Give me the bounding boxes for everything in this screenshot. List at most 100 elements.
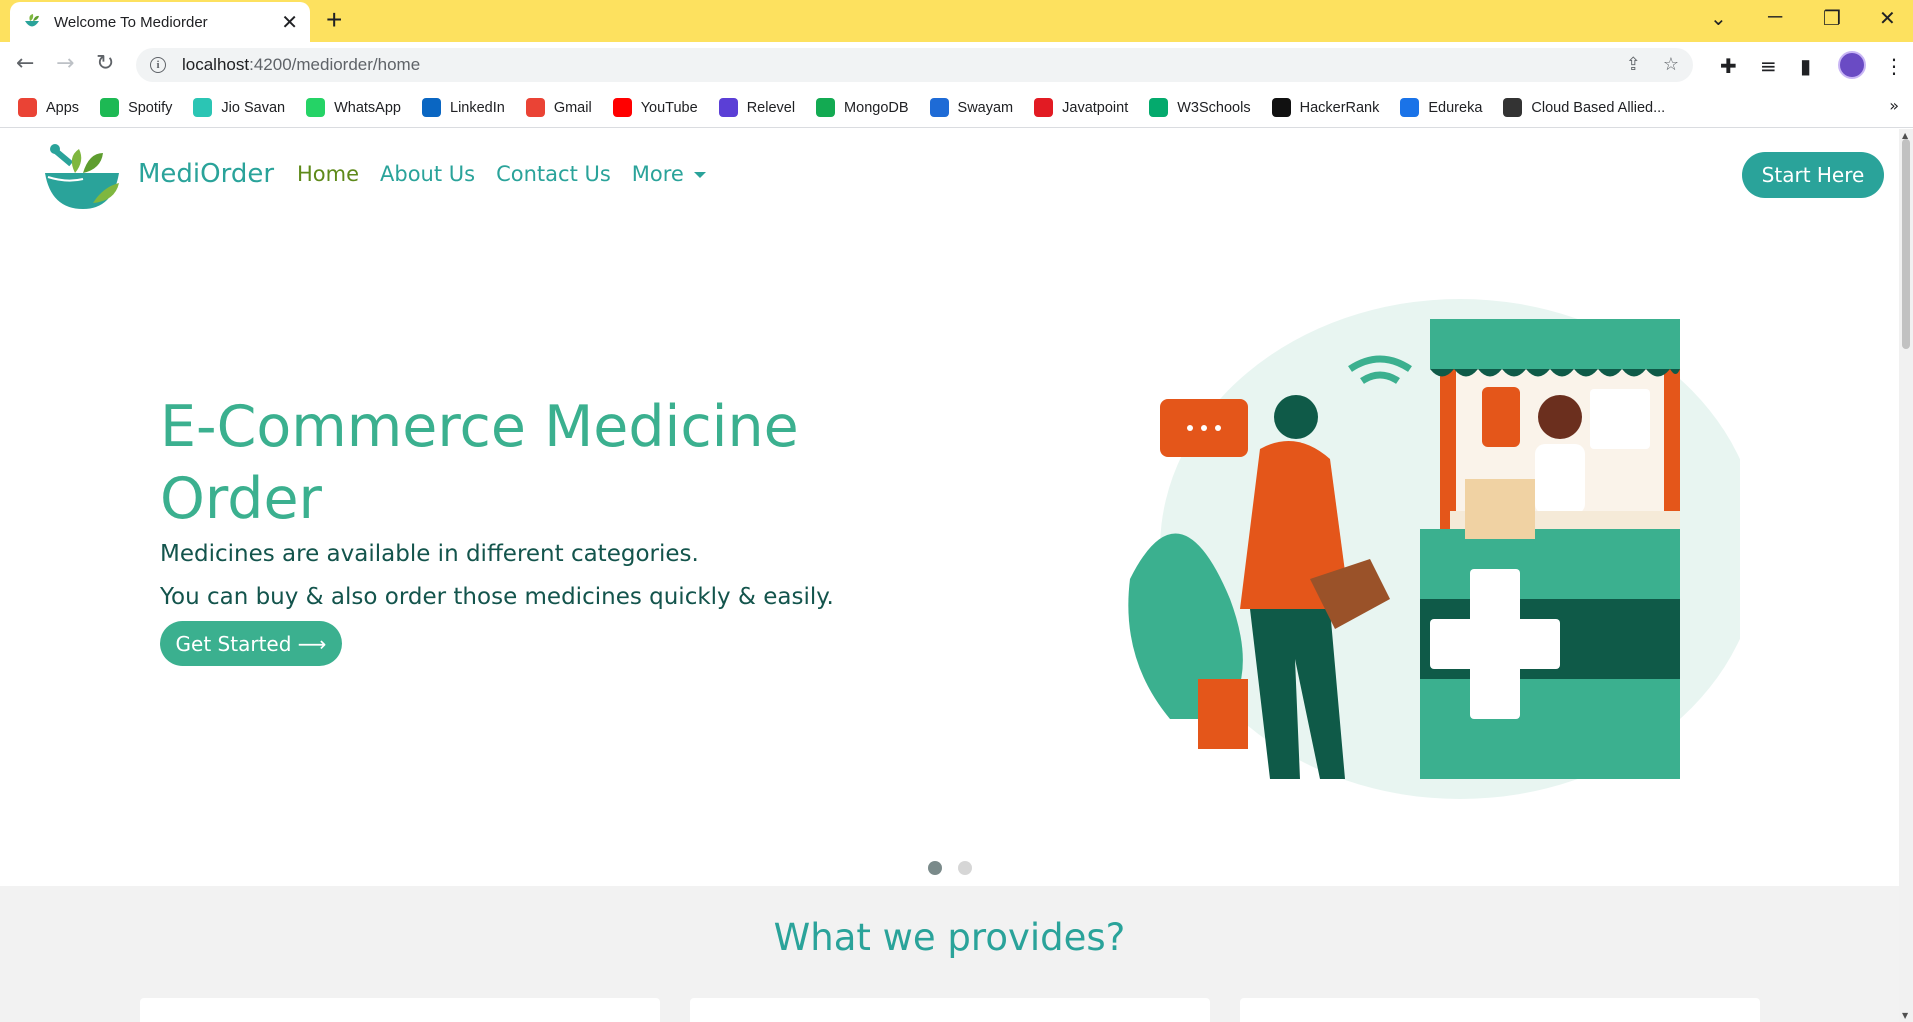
mongodb-icon <box>816 98 836 117</box>
address-bar[interactable]: i localhost:4200/mediorder/home ⇪ ☆ <box>136 48 1693 82</box>
bookmark-label: Relevel <box>746 99 796 116</box>
nav-link-contact[interactable]: Contact Us <box>496 162 611 186</box>
linkedin-icon <box>422 98 441 117</box>
new-tab-icon[interactable]: + <box>326 6 342 34</box>
bookmark-item[interactable]: MongoDB <box>816 98 909 117</box>
bookmark-label: Jio Savan <box>221 99 286 116</box>
browser-menu-icon[interactable]: ⋮ <box>1884 54 1904 78</box>
bookmark-item[interactable]: Jio Savan <box>193 98 285 117</box>
browser-tab[interactable]: Welcome To Mediorder ✕ <box>10 2 310 42</box>
url-path: :4200/mediorder/home <box>249 55 421 74</box>
reload-icon[interactable]: ↻ <box>96 51 114 76</box>
bookmarks-overflow-icon[interactable]: » <box>1889 96 1899 115</box>
carousel-dot-2[interactable] <box>958 861 972 875</box>
bookmark-label: YouTube <box>640 99 698 116</box>
bookmark-label: MongoDB <box>844 99 909 116</box>
hero-description-2: You can buy & also order those medicines… <box>160 584 834 610</box>
minimize-icon[interactable]: ─ <box>1768 6 1782 29</box>
bookmark-item[interactable]: Cloud Based Allied... <box>1503 98 1665 117</box>
media-queue-icon[interactable]: ≡ <box>1760 54 1777 78</box>
bookmark-item[interactable]: Apps <box>18 98 79 117</box>
spotify-icon <box>100 98 120 117</box>
mortar-leaf-logo-icon[interactable] <box>43 143 121 211</box>
profile-avatar[interactable] <box>1838 51 1866 79</box>
scroll-down-icon[interactable]: ▼ <box>1902 1011 1908 1020</box>
w3schools-icon <box>1149 98 1169 117</box>
browser-toolbar: ← → ↻ i localhost:4200/mediorder/home ⇪ … <box>0 42 1913 88</box>
leaf-favicon-icon <box>25 14 39 27</box>
apps-grid-icon <box>18 98 37 117</box>
whatsapp-icon <box>306 98 326 117</box>
bookmark-item[interactable]: Javatpoint <box>1034 98 1128 117</box>
side-panel-icon[interactable]: ▮ <box>1800 54 1811 78</box>
extensions-puzzle-icon[interactable]: ✚ <box>1720 54 1737 78</box>
bookmark-label: LinkedIn <box>450 99 505 116</box>
nav-link-about[interactable]: About Us <box>380 162 475 186</box>
bookmark-item[interactable]: HackerRank <box>1271 98 1380 117</box>
page-scrollbar[interactable]: ▲ ▼ <box>1899 129 1913 1022</box>
bookmark-label: Swayam <box>957 99 1014 116</box>
nav-more-dropdown[interactable]: More <box>632 162 706 186</box>
share-icon[interactable]: ⇪ <box>1626 54 1641 75</box>
tab-search-chevron-icon[interactable]: ⌄ <box>1710 6 1727 31</box>
site-navbar: MediOrder Home About Us Contact Us More … <box>0 129 1899 223</box>
bookmark-item[interactable]: Spotify <box>100 98 172 117</box>
bookmark-item[interactable]: Relevel <box>718 98 796 117</box>
restore-icon[interactable]: ❐ <box>1823 6 1841 31</box>
hackerrank-icon <box>1271 98 1291 117</box>
swayam-icon <box>929 98 949 117</box>
scroll-thumb[interactable] <box>1902 139 1910 349</box>
brand-name[interactable]: MediOrder <box>138 159 274 189</box>
service-card[interactable] <box>690 998 1210 1022</box>
bookmark-label: Edureka <box>1428 99 1483 116</box>
youtube-icon <box>612 98 632 117</box>
bookmark-item[interactable]: YouTube <box>612 98 698 117</box>
service-card[interactable] <box>1240 998 1760 1022</box>
section-title: What we provides? <box>773 916 1126 959</box>
url-host: localhost <box>182 55 250 74</box>
bookmark-star-icon[interactable]: ☆ <box>1663 54 1679 75</box>
bookmark-item[interactable]: WhatsApp <box>306 98 401 117</box>
back-icon[interactable]: ← <box>16 51 34 76</box>
services-section: What we provides? <box>0 886 1899 1022</box>
bookmark-label: W3Schools <box>1177 99 1251 116</box>
service-card[interactable] <box>140 998 660 1022</box>
bookmark-label: Cloud Based Allied... <box>1531 99 1666 116</box>
url-text: localhost:4200/mediorder/home <box>182 55 420 75</box>
site-info-icon[interactable]: i <box>150 57 166 73</box>
page-viewport: MediOrder Home About Us Contact Us More … <box>0 129 1899 1022</box>
pharmacy-illustration <box>1128 299 1740 799</box>
bookmark-label: Javatpoint <box>1062 99 1129 116</box>
gmail-icon <box>525 98 545 117</box>
nav-links: Home About Us Contact Us More <box>297 162 706 186</box>
bookmark-item[interactable]: Edureka <box>1400 98 1482 117</box>
bookmark-label: WhatsApp <box>334 99 401 116</box>
carousel-dot-1[interactable] <box>928 861 942 875</box>
close-window-icon[interactable]: ✕ <box>1879 6 1896 31</box>
get-started-button[interactable]: Get Started ⟶ <box>160 621 342 666</box>
edureka-icon <box>1400 98 1420 117</box>
bookmarks-bar: Apps Spotify Jio Savan WhatsApp LinkedIn Gmai… <box>0 88 1913 128</box>
forward-icon[interactable]: → <box>56 51 74 76</box>
bookmark-item[interactable]: Gmail <box>525 98 592 117</box>
bookmark-label: HackerRank <box>1299 99 1380 116</box>
bookmark-label: Spotify <box>128 99 173 116</box>
globe-icon <box>1503 98 1523 117</box>
bookmark-label: Apps <box>46 99 80 116</box>
browser-title-bar: Welcome To Mediorder ✕ + ⌄ ─ ❐ ✕ <box>0 0 1913 42</box>
bookmark-item[interactable]: Swayam <box>929 98 1014 117</box>
start-here-button[interactable]: Start Here <box>1742 152 1884 198</box>
tab-close-icon[interactable]: ✕ <box>281 12 298 32</box>
jiosaavn-icon <box>193 98 213 117</box>
bookmark-item[interactable]: W3Schools <box>1149 98 1251 117</box>
hero-title: E-Commerce Medicine Order <box>160 394 799 532</box>
relevel-icon <box>718 98 738 117</box>
bookmark-label: Gmail <box>553 99 592 116</box>
nav-more-label: More <box>631 162 684 186</box>
tab-title: Welcome To Mediorder <box>54 13 208 31</box>
bookmark-item[interactable]: LinkedIn <box>422 98 505 117</box>
caret-down-icon <box>693 172 706 178</box>
javatpoint-icon <box>1034 98 1054 117</box>
hero-description-1: Medicines are available in different cat… <box>160 541 699 567</box>
nav-link-home[interactable]: Home <box>297 162 359 186</box>
